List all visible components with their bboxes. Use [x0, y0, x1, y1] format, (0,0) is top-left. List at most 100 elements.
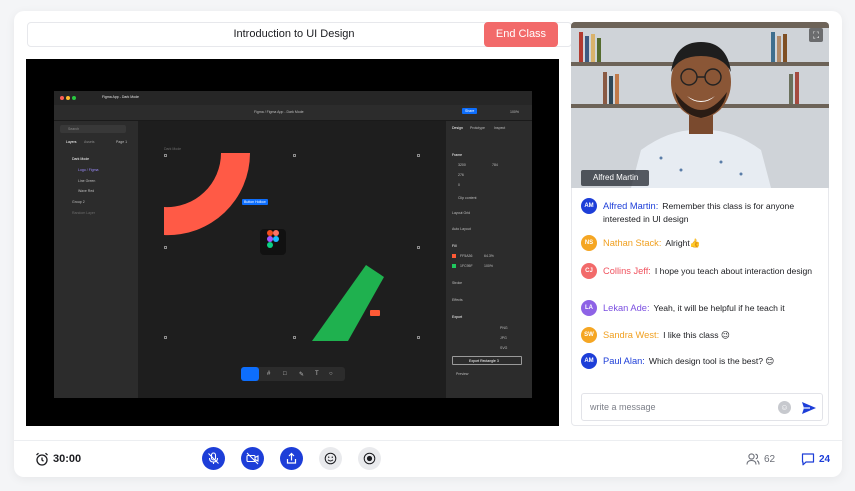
chat-sender-name: Alfred Martin:: [603, 201, 659, 211]
class-timer: 30:00: [53, 453, 82, 465]
avatar: AM: [581, 198, 597, 214]
export-format[interactable]: PNG: [500, 326, 508, 330]
smiley-icon: [324, 452, 337, 465]
move-tool-icon[interactable]: [241, 367, 259, 381]
fill-swatch[interactable]: [452, 264, 456, 268]
selection-tag: Button Hollow: [242, 199, 268, 205]
figma-app-window: Figma App - Dark Mode Figma / Figma App …: [54, 91, 532, 398]
chat-message-text: I hope you teach about interaction desig…: [654, 266, 813, 276]
export-format[interactable]: JPG: [500, 336, 507, 340]
pen-tool-icon[interactable]: ✎: [299, 371, 304, 378]
effects-section-label: Effects: [452, 298, 463, 302]
record-icon: [363, 452, 376, 465]
participant-avatar-image: [631, 42, 771, 188]
figma-layer[interactable]: Logo / Figma: [78, 168, 98, 172]
figma-assets-tab[interactable]: Assets: [84, 140, 95, 144]
export-format[interactable]: SVG: [500, 346, 507, 350]
send-icon[interactable]: [801, 400, 817, 416]
avatar: NS: [581, 235, 597, 251]
figma-layer[interactable]: Wave Red: [78, 189, 94, 193]
figma-right-tab[interactable]: Design: [452, 126, 463, 130]
selection-handle[interactable]: [164, 336, 167, 339]
window-maximize-dot: [72, 96, 76, 100]
video-off-icon: [246, 452, 259, 465]
export-button[interactable]: Export Rectangle 3: [452, 356, 522, 365]
figma-toolbar: Figma / Figma App - Dark Mode Share 100%: [54, 105, 532, 121]
figma-page-select[interactable]: Page 1: [116, 140, 127, 144]
classroom-window: Introduction to UI Design End Class Figm…: [14, 11, 842, 477]
chat-input-box: ☺: [581, 393, 823, 421]
camera-off-button[interactable]: [241, 447, 264, 470]
figma-tab-bar: Figma App - Dark Mode: [54, 91, 532, 105]
red-wave-shape[interactable]: [164, 153, 254, 238]
figma-search-placeholder: Search: [68, 127, 80, 131]
participant-name-tag: Alfred Martin: [581, 170, 649, 186]
figma-layer[interactable]: Line Green: [78, 179, 95, 183]
preview-toggle[interactable]: Preview: [456, 372, 468, 376]
chat-sender-name: Sandra West:: [603, 330, 660, 340]
green-line-shape[interactable]: [312, 265, 388, 341]
chat-sender-name: Collins Jeff:: [603, 266, 651, 276]
chat-count: 24: [819, 454, 831, 465]
selection-handle[interactable]: [417, 154, 420, 157]
class-title: Introduction to UI Design: [233, 28, 355, 40]
frame-value[interactable]: 276: [458, 173, 464, 177]
fill-opacity[interactable]: 64.3%: [484, 254, 494, 258]
export-button-label: Export Rectangle 3: [469, 359, 499, 363]
figma-breadcrumb: Figma / Figma App - Dark Mode: [254, 110, 304, 114]
fill-hex[interactable]: FF5A36: [460, 254, 472, 258]
frame-value[interactable]: 0: [458, 183, 460, 187]
class-controls-bar: 30:00 62 24: [14, 440, 842, 477]
clip-content-checkbox[interactable]: Clip content: [458, 196, 476, 200]
figma-design-panel: Design Prototype Inspect Frame 3200 784 …: [446, 121, 532, 398]
participant-video: ⛶ Alfred Martin: [571, 22, 829, 188]
emoji-picker-icon[interactable]: ☺: [778, 401, 791, 414]
fill-opacity[interactable]: 100%: [484, 264, 493, 268]
layout-grid-label: Layout Grid: [452, 211, 471, 215]
figma-share-button[interactable]: Share: [462, 108, 478, 114]
selection-handle[interactable]: [293, 336, 296, 339]
chat-message-input[interactable]: [590, 399, 770, 415]
end-class-button[interactable]: End Class: [484, 22, 558, 47]
chat-message-text: Which design tool is the best? 😊: [648, 356, 775, 366]
text-tool-icon[interactable]: T: [315, 371, 319, 377]
frame-value[interactable]: 3200: [458, 163, 466, 167]
selection-handle[interactable]: [417, 336, 420, 339]
fill-hex[interactable]: 1FC95F: [460, 264, 473, 268]
figma-layer[interactable]: Random Layer: [72, 211, 95, 215]
avatar: CJ: [581, 263, 597, 279]
shape-tool-icon[interactable]: □: [283, 371, 287, 377]
selection-handle[interactable]: [293, 154, 296, 157]
figma-layer[interactable]: Group 2: [72, 200, 85, 204]
participants-count: 62: [764, 454, 776, 465]
chat-message-body: Nathan Stack: Alright👍: [603, 237, 821, 250]
selection-handle[interactable]: [417, 246, 420, 249]
reactions-button[interactable]: [319, 447, 342, 470]
chat-message-text: Yeah, it will be helpful if he teach it: [653, 303, 785, 313]
microphone-off-icon: [208, 452, 219, 464]
alarm-clock-icon: [36, 452, 48, 466]
frame-tool-icon[interactable]: #: [267, 371, 270, 377]
frame-value[interactable]: 784: [492, 163, 498, 167]
mute-microphone-button[interactable]: [202, 447, 225, 470]
fill-swatch[interactable]: [452, 254, 456, 258]
figma-right-tab[interactable]: Prototype: [470, 126, 485, 130]
comment-tool-icon[interactable]: ○: [329, 371, 333, 377]
figma-logo-icon[interactable]: [260, 229, 286, 255]
share-screen-button[interactable]: [280, 447, 303, 470]
chat-message-text: I like this class 😉: [663, 330, 730, 340]
figma-layer[interactable]: Dark Mode: [72, 157, 89, 161]
figma-search-box[interactable]: Search: [60, 125, 126, 133]
figma-tab[interactable]: Figma App - Dark Mode: [102, 95, 139, 99]
selection-handle[interactable]: [164, 246, 167, 249]
fullscreen-icon[interactable]: ⛶: [809, 28, 823, 42]
figma-right-tab[interactable]: Inspect: [494, 126, 505, 130]
window-close-dot: [60, 96, 64, 100]
chat-message-body: Lekan Ade: Yeah, it will be helpful if he…: [603, 302, 821, 315]
figma-zoom-level[interactable]: 100%: [510, 110, 519, 114]
window-minimize-dot: [66, 96, 70, 100]
figma-layers-tab[interactable]: Layers: [66, 140, 77, 144]
avatar: AM: [581, 353, 597, 369]
chat-sender-name: Paul Alan:: [603, 356, 645, 366]
record-button[interactable]: [358, 447, 381, 470]
